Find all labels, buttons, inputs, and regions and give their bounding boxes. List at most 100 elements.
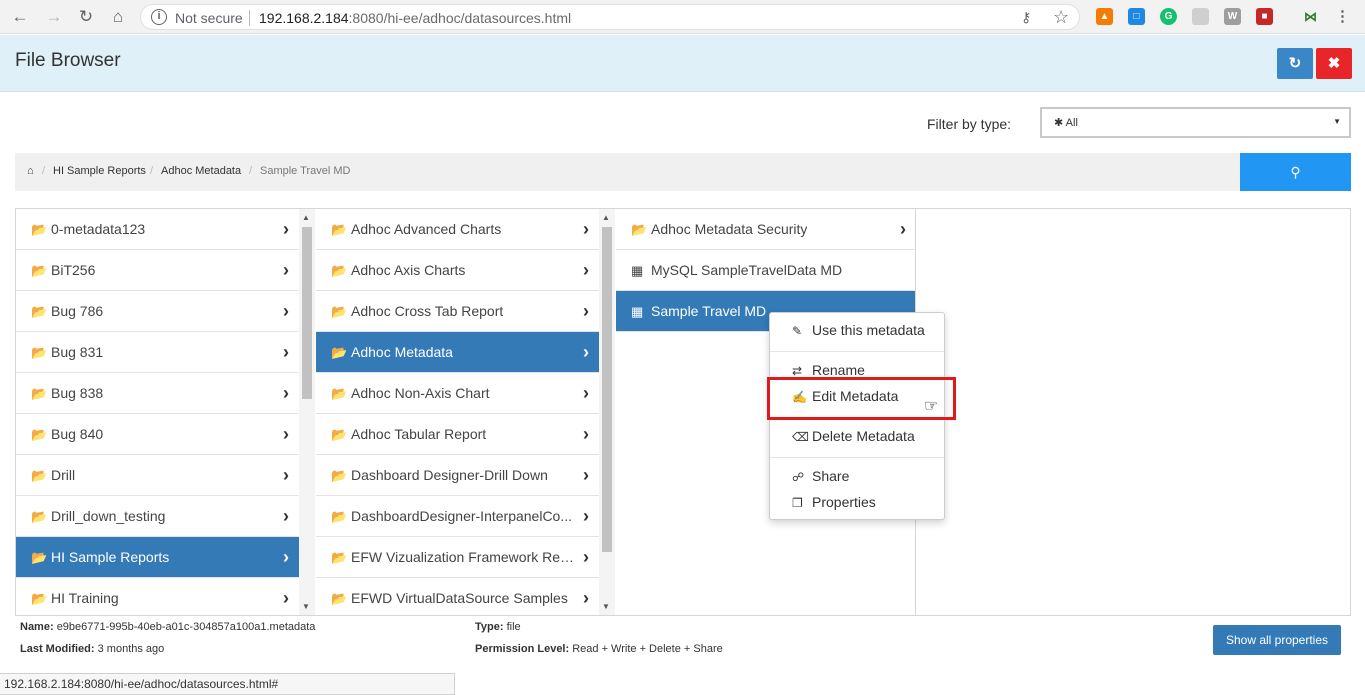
breadcrumb-item[interactable]: Adhoc Metadata bbox=[161, 165, 241, 177]
chevron-right-icon: › bbox=[583, 506, 589, 526]
folder-item[interactable]: 📂 0-metadata123 › bbox=[16, 209, 299, 250]
url-host: 192.168.2.184 bbox=[259, 10, 349, 26]
back-icon[interactable]: ← bbox=[10, 7, 30, 27]
folder-open-icon: 📂 bbox=[331, 386, 348, 401]
menu-item-share[interactable]: ☍ Share bbox=[770, 465, 944, 487]
filter-label: Filter by type: bbox=[927, 116, 1012, 132]
chevron-right-icon: › bbox=[583, 301, 589, 321]
chevron-right-icon: › bbox=[900, 219, 906, 239]
chevron-right-icon: › bbox=[283, 506, 289, 526]
chevron-right-icon: › bbox=[283, 424, 289, 444]
folder-open-icon: 📂 bbox=[331, 591, 348, 606]
refresh-button[interactable]: ↻ bbox=[1277, 48, 1313, 79]
folder-item-selected[interactable]: 📂 Adhoc Metadata › bbox=[316, 332, 599, 373]
folder-open-icon: 📂 bbox=[631, 222, 648, 237]
extension-chart-icon[interactable]: ▲ bbox=[1096, 8, 1113, 25]
folder-open-icon: 📂 bbox=[331, 509, 348, 524]
folder-item[interactable]: 📂 Adhoc Tabular Report › bbox=[316, 414, 599, 455]
info-icon[interactable]: i bbox=[151, 9, 167, 25]
column-1-scrollbar[interactable]: ▲ ▼ bbox=[299, 209, 315, 615]
folder-item[interactable]: 📂 HI Training › bbox=[16, 578, 299, 615]
scroll-down-icon[interactable]: ▼ bbox=[602, 602, 610, 611]
folder-open-icon: 📂 bbox=[331, 468, 348, 483]
extension-grammarly-icon[interactable]: G bbox=[1160, 8, 1177, 25]
column-1[interactable]: 📂 0-metadata123 › 📂 BiT256 › 📂 Bug 786 › 📂 Bug … bbox=[16, 209, 299, 615]
chevron-right-icon: › bbox=[583, 383, 589, 403]
folder-open-icon: 📂 bbox=[331, 550, 348, 565]
menu-dots-icon[interactable]: ⋮ bbox=[1334, 8, 1351, 25]
url-text[interactable]: 192.168.2.184:8080/hi-ee/adhoc/datasourc… bbox=[259, 10, 571, 26]
menu-item-delete-metadata[interactable]: ⌫ Delete Metadata bbox=[770, 425, 944, 447]
folder-item[interactable]: 📂 Adhoc Metadata Security › bbox=[616, 209, 916, 250]
breadcrumb-current: Sample Travel MD bbox=[260, 165, 351, 177]
chevron-right-icon: › bbox=[583, 219, 589, 239]
folder-item-selected[interactable]: 📂 HI Sample Reports › bbox=[16, 537, 299, 578]
scroll-thumb[interactable] bbox=[302, 227, 312, 399]
folder-item[interactable]: 📂 Adhoc Advanced Charts › bbox=[316, 209, 599, 250]
breadcrumb-separator: / bbox=[249, 165, 253, 177]
folder-item[interactable]: 📂 Adhoc Non-Axis Chart › bbox=[316, 373, 599, 414]
extension-doc-icon[interactable]: □ bbox=[1128, 8, 1145, 25]
forward-icon[interactable]: → bbox=[44, 7, 64, 27]
key-icon[interactable]: ⚷ bbox=[1021, 9, 1031, 26]
breadcrumb-separator: / bbox=[150, 165, 154, 177]
folder-item[interactable]: 📂 Drill_down_testing › bbox=[16, 496, 299, 537]
scroll-up-icon[interactable]: ▲ bbox=[602, 213, 610, 222]
chevron-right-icon: › bbox=[283, 301, 289, 321]
folder-item[interactable]: 📂 Drill › bbox=[16, 455, 299, 496]
search-button[interactable]: ⚲ bbox=[1240, 153, 1351, 191]
folder-item[interactable]: 📂 Adhoc Cross Tab Report › bbox=[316, 291, 599, 332]
scroll-down-icon[interactable]: ▼ bbox=[302, 602, 310, 611]
folder-item[interactable]: 📂 DashboardDesigner-InterpanelCo... › bbox=[316, 496, 599, 537]
folder-item[interactable]: 📂 Bug 838 › bbox=[16, 373, 299, 414]
chevron-right-icon: › bbox=[583, 547, 589, 567]
folder-item[interactable]: 📂 EFW Vizualization Framework Rep... › bbox=[316, 537, 599, 578]
chevron-right-icon: › bbox=[283, 342, 289, 362]
table-icon: ▦ bbox=[631, 263, 644, 278]
folder-item[interactable]: 📂 BiT256 › bbox=[16, 250, 299, 291]
folder-item[interactable]: 📂 Bug 840 › bbox=[16, 414, 299, 455]
folder-open-icon: 📂 bbox=[31, 304, 48, 319]
chevron-right-icon: › bbox=[283, 547, 289, 567]
extension-w-icon[interactable]: W bbox=[1224, 8, 1241, 25]
folder-item[interactable]: 📂 Adhoc Axis Charts › bbox=[316, 250, 599, 291]
chevron-right-icon: › bbox=[583, 424, 589, 444]
breadcrumb-item[interactable]: HI Sample Reports bbox=[53, 165, 146, 177]
folder-open-icon: 📂 bbox=[31, 591, 48, 606]
folder-open-icon: 📂 bbox=[31, 550, 48, 565]
reload-icon[interactable]: ↻ bbox=[76, 7, 96, 27]
breadcrumb: ⌂ / HI Sample Reports / Adhoc Metadata /… bbox=[15, 153, 1241, 191]
show-all-properties-button[interactable]: Show all properties bbox=[1213, 625, 1341, 655]
asterisk-icon: ✱ bbox=[1054, 117, 1064, 129]
breadcrumb-separator: / bbox=[42, 165, 46, 177]
folder-open-icon: 📂 bbox=[331, 263, 348, 278]
folder-open-icon: 📂 bbox=[331, 222, 348, 237]
address-bar[interactable]: i Not secure 192.168.2.184:8080/hi-ee/ad… bbox=[140, 4, 1080, 30]
column-2-scrollbar[interactable]: ▲ ▼ bbox=[599, 209, 615, 615]
scroll-up-icon[interactable]: ▲ bbox=[302, 213, 310, 222]
chevron-right-icon: › bbox=[283, 383, 289, 403]
extension-grey-icon[interactable] bbox=[1192, 8, 1209, 25]
home-icon[interactable]: ⌂ bbox=[108, 7, 128, 27]
menu-item-properties[interactable]: ❐ Properties bbox=[770, 491, 944, 513]
folder-open-icon: 📂 bbox=[331, 427, 348, 442]
filter-type-select[interactable]: ✱ All ▼ bbox=[1040, 107, 1351, 138]
breadcrumb-home-icon[interactable]: ⌂ bbox=[27, 165, 34, 177]
folder-item[interactable]: 📂 Bug 831 › bbox=[16, 332, 299, 373]
folder-open-icon: 📂 bbox=[31, 386, 48, 401]
column-2[interactable]: 📂 Adhoc Advanced Charts › 📂 Adhoc Axis Char… bbox=[316, 209, 599, 615]
folder-item[interactable]: 📂 Bug 786 › bbox=[16, 291, 299, 332]
close-button[interactable]: ✖ bbox=[1316, 48, 1352, 79]
not-secure-label: Not secure bbox=[175, 10, 243, 26]
scroll-thumb[interactable] bbox=[602, 227, 612, 552]
bookmark-star-icon[interactable]: ☆ bbox=[1053, 7, 1069, 28]
extension-green-icon[interactable]: ⋈ bbox=[1302, 8, 1319, 25]
chevron-right-icon: › bbox=[583, 342, 589, 362]
menu-item-use-metadata[interactable]: ✎ Use this metadata bbox=[770, 319, 944, 341]
metadata-item[interactable]: ▦ MySQL SampleTravelData MD bbox=[616, 250, 916, 291]
folder-item[interactable]: 📂 EFWD VirtualDataSource Samples › bbox=[316, 578, 599, 615]
browser-toolbar: ← → ↻ ⌂ i Not secure 192.168.2.184:8080/… bbox=[0, 0, 1365, 34]
folder-open-icon: 📂 bbox=[31, 345, 48, 360]
folder-item[interactable]: 📂 Dashboard Designer-Drill Down › bbox=[316, 455, 599, 496]
extension-shield-icon[interactable]: ■ bbox=[1256, 8, 1273, 25]
